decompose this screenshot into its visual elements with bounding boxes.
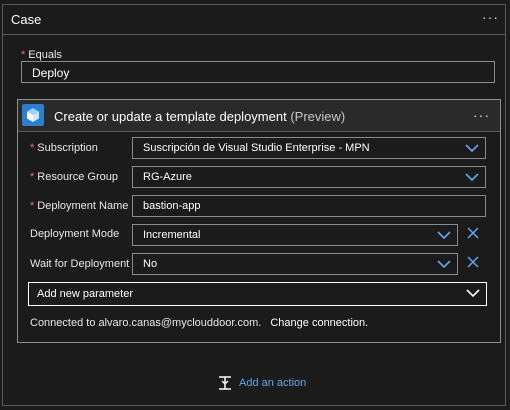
subscription-label: * Subscription: [30, 142, 98, 154]
resource-group-label: * Resource Group: [30, 171, 118, 183]
wait-for-deployment-label: Wait for Deployment: [30, 258, 130, 270]
connection-info: Connected to alvaro.canas@myclouddoor.co…: [30, 317, 368, 329]
case-card: Case ··· * Equals Deploy Create or update…: [2, 4, 506, 406]
deployment-name-label: * Deployment Name: [30, 200, 128, 212]
wait-for-deployment-value: No: [143, 258, 158, 270]
wait-for-deployment-dropdown[interactable]: No: [132, 253, 458, 275]
case-header[interactable]: Case ···: [3, 5, 505, 35]
required-marker: *: [21, 49, 26, 61]
chevron-down-icon: [465, 173, 479, 182]
resource-group-label-text: Resource Group: [37, 171, 118, 183]
template-deployment-action-card: Create or update a template deployment (…: [17, 99, 501, 343]
action-title-text: Create or update a template deployment: [54, 109, 287, 124]
equals-input[interactable]: Deploy: [21, 61, 495, 83]
deployment-mode-dropdown[interactable]: Incremental: [132, 224, 458, 246]
resource-group-dropdown[interactable]: RG-Azure: [132, 166, 486, 188]
connected-to-text: Connected to alvaro.canas@myclouddoor.co…: [30, 317, 262, 329]
chevron-down-icon: [437, 260, 451, 269]
deployment-name-label-text: Deployment Name: [37, 200, 129, 212]
case-title: Case: [11, 12, 42, 27]
add-action-icon: [219, 376, 231, 390]
chevron-down-icon: [437, 231, 451, 240]
required-marker: *: [30, 171, 35, 183]
add-new-parameter-dropdown[interactable]: Add new parameter: [28, 282, 487, 306]
case-more-options-icon[interactable]: ···: [482, 10, 499, 24]
deployment-mode-label: Deployment Mode: [30, 228, 120, 240]
required-marker: *: [30, 142, 35, 154]
deployment-mode-value: Incremental: [143, 229, 201, 241]
remove-wait-for-deployment-icon[interactable]: [467, 256, 479, 268]
equals-label-text: Equals: [28, 49, 62, 61]
deployment-name-input[interactable]: bastion-app: [132, 195, 486, 217]
action-title: Create or update a template deployment (…: [54, 109, 345, 124]
subscription-label-text: Subscription: [37, 142, 98, 154]
add-an-action-label: Add an action: [239, 377, 307, 389]
template-deployment-icon: [22, 104, 44, 126]
action-more-options-icon[interactable]: ···: [473, 108, 490, 122]
action-header[interactable]: Create or update a template deployment (…: [18, 100, 500, 132]
subscription-value: Suscripción de Visual Studio Enterprise …: [143, 142, 370, 154]
chevron-down-icon: [466, 289, 480, 298]
chevron-down-icon: [465, 144, 479, 153]
remove-deployment-mode-icon[interactable]: [467, 227, 479, 239]
subscription-dropdown[interactable]: Suscripción de Visual Studio Enterprise …: [132, 137, 486, 159]
required-marker: *: [30, 200, 35, 212]
resource-group-value: RG-Azure: [143, 171, 192, 183]
add-new-parameter-label: Add new parameter: [37, 288, 133, 300]
change-connection-link[interactable]: Change connection.: [270, 317, 368, 329]
equals-label: * Equals: [21, 49, 62, 61]
preview-tag: (Preview): [290, 109, 346, 124]
